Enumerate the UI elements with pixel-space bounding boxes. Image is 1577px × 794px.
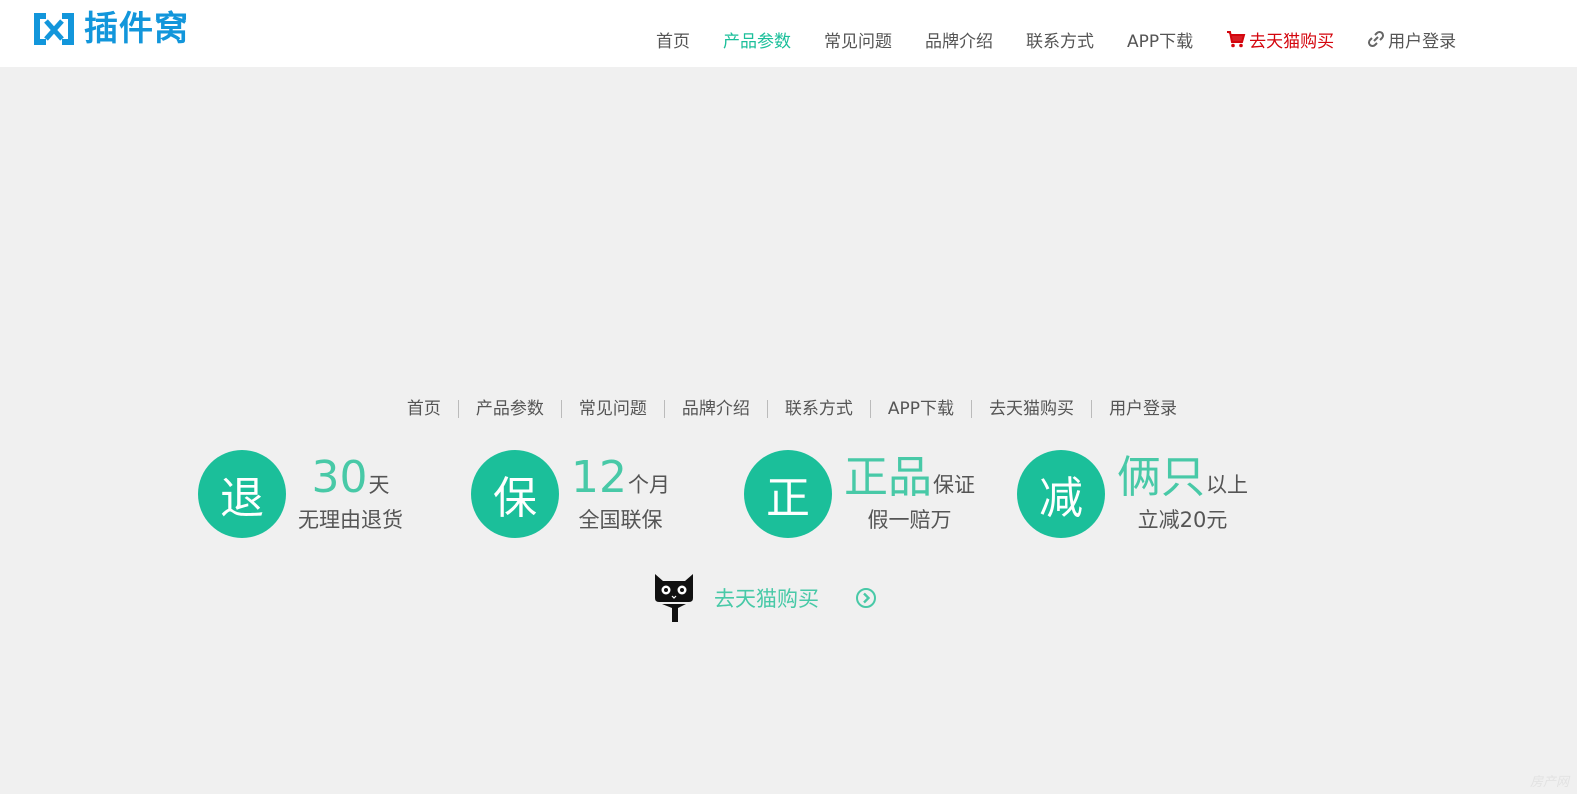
logo-text: 插件窝: [84, 9, 189, 49]
tmall-buy-label[interactable]: 去天猫购买: [714, 583, 819, 613]
footer-link-faq[interactable]: 常见问题: [562, 400, 665, 418]
nav-item-faq[interactable]: 常见问题: [824, 27, 892, 52]
cart-icon: [1227, 31, 1246, 48]
footer-link-brand[interactable]: 品牌介绍: [665, 400, 768, 418]
footer-link-contact[interactable]: 联系方式: [768, 400, 871, 418]
feature-unit: 保证: [933, 473, 975, 497]
footer-link-product-params[interactable]: 产品参数: [459, 400, 562, 418]
tmall-buy-link[interactable]: 去天猫购买: [652, 572, 877, 624]
feature-warranty: 保 12 个月 全国联保: [471, 450, 744, 538]
nav-item-tmall[interactable]: 去天猫购买: [1226, 27, 1334, 52]
feature-text: 俩只 以上 立减20元: [1117, 454, 1248, 534]
feature-unit: 以上: [1206, 473, 1248, 497]
feature-badge: 保: [471, 450, 559, 538]
feature-genuine: 正 正品 保证 假一赔万: [744, 450, 1017, 538]
logo-icon: [34, 13, 74, 45]
nav-label: 品牌介绍: [925, 31, 993, 52]
feature-unit: 个月: [628, 473, 670, 497]
site-header: 插件窝 首页 产品参数 常见问题 品牌介绍 联系方式 APP下载 去天猫购买 用…: [0, 0, 1577, 67]
feature-highlight: 30: [311, 452, 368, 503]
feature-description: 无理由退货: [298, 508, 403, 532]
main-nav: 首页 产品参数 常见问题 品牌介绍 联系方式 APP下载 去天猫购买 用户登录: [656, 26, 1489, 52]
nav-label: 联系方式: [1026, 31, 1094, 52]
feature-discount: 减 俩只 以上 立减20元: [1017, 450, 1290, 538]
watermark: 房产网: [1529, 775, 1569, 790]
nav-label: 常见问题: [824, 31, 892, 52]
logo[interactable]: 插件窝: [30, 8, 189, 50]
footer-link-login[interactable]: 用户登录: [1092, 400, 1194, 418]
footer-link-home[interactable]: 首页: [390, 400, 459, 418]
link-icon: [1368, 30, 1385, 48]
nav-label: 产品参数: [723, 31, 791, 52]
feature-description: 假一赔万: [867, 508, 952, 532]
feature-highlight: 正品: [844, 452, 932, 503]
nav-item-home[interactable]: 首页: [656, 27, 690, 52]
nav-item-app-download[interactable]: APP下载: [1127, 27, 1193, 52]
service-features: 退 30 天 无理由退货 保 12 个月 全国联保 正 正品 保证 假一赔万 减 俩只…: [198, 450, 1290, 538]
nav-label: APP下载: [1127, 31, 1194, 52]
feature-text: 正品 保证 假一赔万: [844, 454, 975, 534]
tmall-cat-icon: [655, 574, 693, 622]
nav-item-product-params[interactable]: 产品参数: [723, 27, 791, 52]
feature-text: 30 天 无理由退货: [298, 454, 403, 534]
feature-description: 立减20元: [1137, 508, 1228, 532]
feature-badge: 正: [744, 450, 832, 538]
nav-label: 用户登录: [1388, 31, 1457, 52]
footer-link-app-download[interactable]: APP下载: [871, 400, 973, 418]
nav-item-login[interactable]: 用户登录: [1367, 27, 1456, 52]
feature-highlight: 12: [571, 452, 627, 503]
circle-chevron-right-icon[interactable]: [855, 587, 877, 609]
feature-description: 全国联保: [578, 508, 663, 532]
nav-item-brand[interactable]: 品牌介绍: [925, 27, 993, 52]
footer-links: 首页 产品参数 常见问题 品牌介绍 联系方式 APP下载 去天猫购买 用户登录: [0, 400, 1577, 418]
nav-label: 去天猫购买: [1249, 31, 1335, 52]
feature-text: 12 个月 全国联保: [571, 454, 670, 534]
feature-badge: 减: [1017, 450, 1105, 538]
feature-badge: 退: [198, 450, 286, 538]
feature-highlight: 俩只: [1117, 452, 1205, 503]
feature-unit: 天: [368, 473, 390, 497]
footer-link-tmall[interactable]: 去天猫购买: [972, 400, 1093, 418]
feature-return: 退 30 天 无理由退货: [198, 450, 471, 538]
nav-item-contact[interactable]: 联系方式: [1026, 27, 1094, 52]
nav-label: 首页: [656, 31, 690, 52]
